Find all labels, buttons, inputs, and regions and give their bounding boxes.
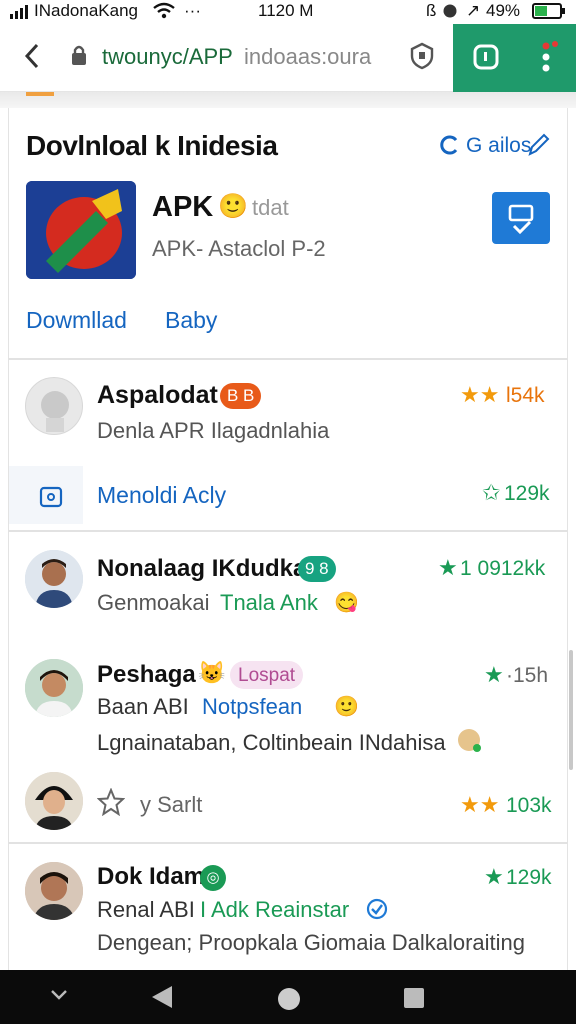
signal-bars-icon — [10, 4, 32, 24]
entry-extra: Dengean; Proopkala Giomaia Dalkaloraitin… — [97, 930, 526, 955]
battery-icon — [532, 3, 566, 24]
back-button-icon[interactable] — [150, 984, 174, 1015]
app-subtitle: APK- Astaclol P-2 — [152, 236, 326, 261]
sub-rating-value: 103k — [506, 794, 552, 817]
status-badge: B B — [220, 383, 262, 409]
entry-description-a: Renal ABI — [97, 897, 195, 922]
header-action-label[interactable]: G ailos — [466, 134, 531, 158]
page-top-strip — [0, 92, 576, 108]
status-bar: INadonaKang ··· 1120 M ß ↗ 49% — [0, 0, 576, 24]
tabs-icon[interactable] — [473, 43, 499, 76]
collapse-icon[interactable] — [50, 988, 68, 1007]
rating-stars: ★★ — [460, 382, 500, 407]
rating-stars: ★ — [438, 555, 458, 580]
status-badge: Lospat — [230, 661, 304, 689]
entry-description-a: Genmoakai — [97, 590, 210, 615]
rating-value: 129k — [506, 866, 552, 889]
status-badge: ◎ — [200, 865, 226, 891]
avatar — [25, 377, 83, 435]
entry-description: Denla APR Ilagadnlahia — [97, 418, 330, 443]
entry-emoji: 😺 — [198, 660, 226, 685]
home-button-icon[interactable] — [276, 986, 302, 1017]
rating-value: l54k — [506, 384, 545, 407]
entry-description-a: Baan ABI — [97, 694, 189, 719]
alarm-icon — [442, 3, 458, 24]
status-badge: 9 8 — [298, 556, 336, 582]
entry-emoji: 😋 — [334, 592, 359, 614]
shield-icon[interactable] — [410, 42, 434, 75]
rating-stars: ★ — [484, 662, 504, 687]
avatar — [25, 862, 83, 920]
battery-percent: 49% — [486, 1, 521, 20]
lock-icon — [70, 44, 88, 71]
verified-icon — [366, 898, 388, 925]
clock: 1120 M — [258, 1, 314, 20]
rating-value: 1 0912kk — [460, 557, 546, 580]
entry-description-b[interactable]: Notpsfean — [202, 694, 302, 720]
rating-stars: ★ — [484, 864, 504, 889]
wifi-icon — [152, 2, 176, 25]
sub-rating-stars: ★★ — [460, 792, 500, 817]
bluetooth-icon: ß — [426, 1, 437, 20]
tab-baby[interactable]: Baby — [165, 307, 217, 334]
entry-name: Nonalaag IKdudka — [97, 555, 307, 582]
emoji-icon — [457, 728, 483, 759]
entry-emoji: 🙂 — [334, 696, 359, 718]
refresh-icon[interactable] — [438, 133, 460, 162]
app-emoji: 🙂 — [218, 193, 248, 220]
carrier-name: INadonaKang — [34, 1, 138, 20]
install-button[interactable] — [492, 192, 550, 244]
action-star-icon: ✩ — [482, 480, 501, 505]
entry-description-b[interactable]: I Adk Reainstar — [200, 897, 349, 923]
url-path[interactable]: indoaas:oura — [244, 44, 371, 70]
avatar — [25, 550, 83, 608]
back-arrow-icon[interactable] — [22, 42, 42, 75]
entry-extra: Lgnainataban, Coltinbeain INdahisa — [97, 730, 446, 755]
app-icon[interactable] — [26, 181, 136, 279]
url-domain[interactable]: twounyc/APP — [102, 44, 233, 70]
recent-apps-icon[interactable] — [402, 986, 426, 1015]
entry-name: Dok Idam — [97, 863, 206, 890]
system-navbar — [0, 970, 576, 1024]
app-tag: tdat — [252, 195, 289, 220]
entry-name: Peshaga — [97, 661, 196, 688]
status-dots: ··· — [184, 1, 201, 20]
page-title: Dovlnloal k Inidesia — [26, 130, 278, 161]
location-icon: ↗ — [466, 1, 481, 20]
avatar — [25, 659, 83, 717]
app-name: APK — [152, 191, 214, 223]
avatar — [25, 772, 83, 830]
calendar-icon[interactable] — [38, 483, 64, 514]
menu-icon[interactable] — [539, 40, 561, 79]
star-outline-icon[interactable] — [96, 787, 126, 821]
sub-label: y Sarlt — [140, 792, 203, 817]
tab-download[interactable]: Dowmllad — [26, 307, 127, 334]
action-rating-value: 129k — [504, 482, 550, 505]
rating-value: ·15h — [506, 664, 549, 687]
scrollbar[interactable] — [569, 650, 573, 770]
edit-icon[interactable] — [526, 132, 550, 163]
entry-name: Aspalodat — [97, 381, 218, 409]
entry-description-b[interactable]: Tnala Ank — [220, 590, 318, 616]
browser-toolbar: twounyc/APP indoaas:oura — [0, 24, 576, 92]
action-link[interactable]: Menoldi Acly — [97, 482, 226, 509]
extension-area — [453, 24, 576, 92]
